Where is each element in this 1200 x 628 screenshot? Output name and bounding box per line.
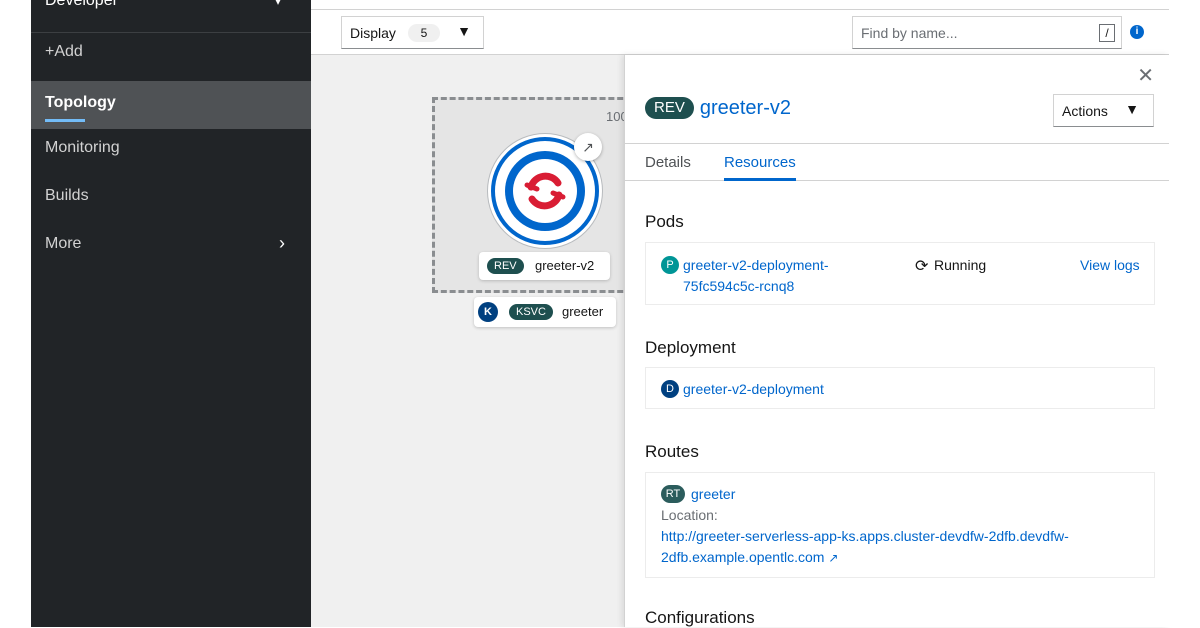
- actions-dropdown[interactable]: Actions ▼: [1053, 94, 1154, 127]
- sidebar-item-add[interactable]: +Add: [31, 30, 311, 78]
- close-icon[interactable]: ✕: [1137, 63, 1154, 88]
- external-link-icon: ↗: [828, 551, 839, 565]
- app-frame: Developer ▾ +Add Topology Monitoring Bui…: [0, 0, 1200, 627]
- pods-list-item: P greeter-v2-deployment- 75fc594c5c-rcnq…: [645, 242, 1155, 305]
- sidebar-item-builds[interactable]: Builds: [31, 174, 311, 222]
- pod-name-link-continued[interactable]: 75fc594c5c-rcnq8: [683, 278, 794, 294]
- location-label: Location:: [661, 507, 718, 523]
- rev-badge: REV: [487, 258, 524, 274]
- panel-title: REV greeter-v2: [645, 97, 791, 120]
- routes-heading: Routes: [645, 442, 699, 461]
- knative-icon: K: [478, 302, 498, 322]
- find-by-name-input[interactable]: Find by name... /: [852, 16, 1122, 49]
- sidebar-item-label: Builds: [45, 187, 89, 204]
- info-icon[interactable]: i: [1130, 25, 1144, 39]
- active-indicator: [45, 119, 85, 122]
- service-name: greeter: [562, 304, 604, 319]
- tab-label: Resources: [724, 154, 796, 171]
- page-gutter: [1169, 0, 1200, 627]
- knative-service-label[interactable]: K KSVC greeter: [474, 297, 616, 327]
- deployment-badge: D: [661, 380, 679, 398]
- pod-name-link[interactable]: greeter-v2-deployment-: [683, 257, 829, 273]
- sidebar-item-label: More: [45, 235, 82, 252]
- deployment-heading: Deployment: [645, 338, 736, 357]
- sidebar-item-monitoring[interactable]: Monitoring: [31, 126, 311, 174]
- sidebar-item-label: +Add: [45, 43, 83, 60]
- sidebar-item-more[interactable]: More ›: [31, 222, 311, 270]
- topology-toolbar: Display 5 ▼ Find by name... / i: [311, 9, 1169, 55]
- rev-badge: REV: [645, 97, 694, 119]
- active-tab-indicator: [724, 178, 796, 181]
- panel-title-text[interactable]: greeter-v2: [700, 97, 791, 119]
- perspective-switcher[interactable]: Developer ▾: [31, 0, 311, 33]
- route-name-link[interactable]: greeter: [691, 486, 735, 502]
- sidebar: Developer ▾ +Add Topology Monitoring Bui…: [31, 0, 311, 627]
- perspective-label: Developer: [45, 0, 118, 9]
- configurations-heading: Configurations: [645, 608, 755, 627]
- display-count-badge: 5: [408, 24, 440, 42]
- search-placeholder: Find by name...: [861, 25, 958, 41]
- route-url-link-continued[interactable]: 2dfb.example.opentlc.com ↗: [661, 549, 838, 565]
- pod-badge: P: [661, 256, 679, 274]
- pods-heading: Pods: [645, 212, 684, 231]
- ksvc-badge: KSVC: [509, 304, 553, 320]
- topology-canvas[interactable]: 100 ↗ REV greeter-v2 K KSVC greeter: [311, 55, 632, 627]
- panel-tabs: Details Resources: [625, 143, 1170, 181]
- route-url-text: 2dfb.example.opentlc.com: [661, 549, 825, 565]
- view-logs-link[interactable]: View logs: [1080, 257, 1140, 273]
- revision-node-label[interactable]: REV greeter-v2: [479, 252, 610, 280]
- tab-details[interactable]: Details: [645, 154, 691, 171]
- route-badge: RT: [661, 485, 685, 503]
- main-content: Display 5 ▼ Find by name... / i 100 ↗ RE…: [311, 0, 1170, 627]
- display-label: Display: [350, 25, 396, 41]
- route-url-link[interactable]: http://greeter-serverless-app-ks.apps.cl…: [661, 528, 1069, 544]
- pod-status: Running: [934, 257, 987, 273]
- display-options-dropdown[interactable]: Display 5 ▼: [341, 16, 484, 49]
- openshift-logo-icon: [505, 151, 585, 231]
- caret-down-icon: ▼: [457, 23, 471, 39]
- actions-label: Actions: [1062, 103, 1108, 119]
- sync-icon: ⟳: [915, 258, 929, 275]
- resource-side-panel: ✕ REV greeter-v2 Actions ▼ Details Resour…: [624, 55, 1170, 627]
- tab-resources[interactable]: Resources: [724, 154, 796, 181]
- sidebar-item-topology[interactable]: Topology: [31, 81, 311, 129]
- sidebar-item-label: Topology: [45, 94, 116, 111]
- deployment-list-item: D greeter-v2-deployment: [645, 367, 1155, 409]
- deployment-name-link[interactable]: greeter-v2-deployment: [683, 381, 824, 397]
- sidebar-item-label: Monitoring: [45, 139, 120, 156]
- chevron-down-icon: ▾: [274, 0, 281, 8]
- chevron-right-icon: ›: [279, 233, 285, 253]
- revision-name: greeter-v2: [535, 258, 595, 273]
- route-list-item: RT greeter Location: http://greeter-serv…: [645, 472, 1155, 578]
- external-link-icon[interactable]: ↗: [574, 133, 602, 161]
- caret-down-icon: ▼: [1125, 101, 1139, 117]
- keyboard-shortcut-hint: /: [1099, 24, 1115, 42]
